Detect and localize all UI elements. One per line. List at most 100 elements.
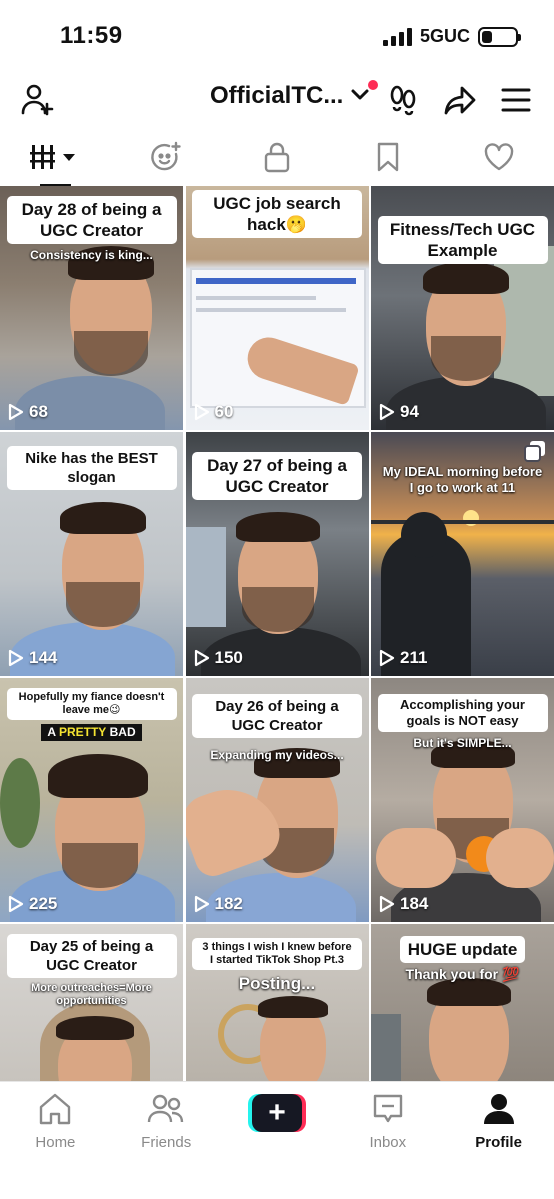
status-time: 11:59: [60, 22, 123, 49]
nav-home-label: Home: [35, 1134, 76, 1151]
play-icon: [8, 895, 24, 913]
video-tile[interactable]: Nike has the BEST slogan 144: [0, 432, 183, 676]
bookmark-icon: [375, 141, 401, 178]
menu-icon[interactable]: [496, 80, 536, 120]
video-caption: Day 25 of being a UGC Creator: [6, 934, 177, 978]
nav-profile[interactable]: Profile: [443, 1082, 554, 1199]
network-label: 5GUC: [419, 26, 470, 46]
create-button[interactable]: +: [247, 1094, 306, 1132]
profile-icon: [482, 1092, 516, 1130]
video-tile[interactable]: Day 25 of being a UGC Creator More outre…: [0, 924, 183, 1082]
video-tile[interactable]: Day 27 of being a UGC Creator 150: [185, 432, 369, 676]
video-subtitle: More outreaches=More opportunities: [31, 982, 152, 1007]
footprints-icon[interactable]: [383, 80, 423, 120]
username: OfficialTC...: [210, 82, 344, 109]
nav-friends[interactable]: Friends: [111, 1082, 222, 1199]
tab-reposts[interactable]: [111, 132, 222, 186]
video-subtitle: Expanding my videos...: [210, 748, 344, 762]
video-tile[interactable]: HUGE update Thank you for 💯: [371, 924, 554, 1082]
tab-videos[interactable]: [0, 132, 111, 186]
username-switcher[interactable]: OfficialTC...: [210, 82, 371, 110]
view-count-value: 144: [29, 648, 58, 667]
video-caption: 3 things I wish I knew before I started …: [192, 938, 362, 970]
video-subtitle: Thank you for 💯: [405, 966, 520, 982]
view-count-value: 68: [29, 402, 48, 421]
video-caption: HUGE update: [399, 936, 526, 963]
multi-video-icon: [524, 440, 546, 467]
home-icon: [37, 1092, 73, 1130]
video-caption: UGC job search hack🫢: [192, 190, 362, 238]
video-caption: Day 28 of being a UGC Creator: [6, 196, 177, 244]
bottom-nav: Home Friends + Inbox Profile: [0, 1081, 554, 1199]
heart-icon: [483, 142, 515, 177]
video-caption: Day 26 of being a UGC Creator: [192, 694, 362, 738]
video-tile[interactable]: UGC job search hack🫢 60: [185, 186, 369, 430]
video-subtitle: My IDEAL morning before I go to work at …: [382, 464, 543, 495]
view-count: 60: [194, 402, 233, 422]
profile-header: OfficialTC...: [0, 70, 554, 130]
view-count: 225: [8, 894, 57, 914]
view-count: 68: [8, 402, 48, 422]
video-caption: Fitness/Tech UGC Example: [377, 216, 548, 264]
add-friend-icon[interactable]: [18, 80, 58, 120]
video-caption: Accomplishing your goals is NOT easy: [377, 694, 548, 732]
play-icon: [194, 649, 209, 667]
battery-icon: [478, 26, 521, 47]
nav-friends-label: Friends: [141, 1134, 192, 1151]
video-subtitle: A PRETTY BAD: [41, 724, 142, 741]
view-count-value: 184: [400, 894, 429, 913]
view-count: 182: [194, 894, 243, 914]
nav-inbox[interactable]: Inbox: [332, 1082, 443, 1199]
view-count: 144: [8, 648, 57, 668]
view-count-value: 211: [400, 648, 428, 667]
tab-liked[interactable]: [443, 132, 554, 186]
inbox-icon: [371, 1092, 405, 1130]
video-subtitle: But it's SIMPLE...: [413, 736, 512, 750]
play-icon: [194, 895, 209, 913]
nav-home[interactable]: Home: [0, 1082, 111, 1199]
signal-icon: [382, 27, 412, 46]
status-bar: 11:59 5GUC: [0, 0, 554, 70]
video-subtitle: Consistency is king...: [30, 248, 153, 262]
play-icon: [379, 895, 395, 913]
play-icon: [8, 403, 24, 421]
play-icon: [379, 403, 395, 421]
tab-favorites[interactable]: [332, 132, 443, 186]
view-count-value: 182: [214, 894, 243, 913]
video-tile[interactable]: Hopefully my fiance doesn't leave me😉 A …: [0, 678, 183, 922]
video-grid: Day 28 of being a UGC Creator Consistenc…: [0, 186, 554, 1082]
video-caption: Nike has the BEST slogan: [6, 446, 177, 490]
battery-level: [482, 30, 492, 43]
video-caption: Day 27 of being a UGC Creator: [192, 452, 362, 500]
lock-icon: [263, 141, 291, 178]
video-tile[interactable]: Fitness/Tech UGC Example 94: [371, 186, 554, 430]
tab-private[interactable]: [222, 132, 333, 186]
grid-icon: [30, 143, 80, 176]
play-icon: [194, 403, 209, 421]
video-tile[interactable]: Day 26 of being a UGC Creator Expanding …: [185, 678, 369, 922]
view-count: 94: [379, 402, 419, 422]
video-caption: Hopefully my fiance doesn't leave me😉: [6, 688, 177, 720]
video-tile[interactable]: Day 28 of being a UGC Creator Consistenc…: [0, 186, 183, 430]
nav-inbox-label: Inbox: [369, 1134, 407, 1151]
video-tile[interactable]: Accomplishing your goals is NOT easy But…: [371, 678, 554, 922]
friends-icon: [147, 1092, 185, 1130]
nav-create[interactable]: +: [222, 1082, 333, 1199]
view-count: 211: [379, 648, 427, 668]
view-count-value: 225: [29, 894, 58, 913]
view-count-value: 150: [214, 648, 243, 667]
notification-dot: [368, 80, 378, 90]
play-icon: [379, 649, 395, 667]
nav-profile-label: Profile: [475, 1134, 522, 1151]
view-count: 150: [194, 648, 243, 668]
plus-icon: +: [251, 1094, 302, 1132]
view-count-value: 94: [400, 402, 419, 421]
video-tile[interactable]: My IDEAL morning before I go to work at …: [371, 432, 554, 676]
share-icon[interactable]: [440, 80, 480, 120]
profile-tabs: [0, 132, 554, 186]
play-icon: [8, 649, 24, 667]
video-tile[interactable]: 3 things I wish I knew before I started …: [185, 924, 369, 1082]
view-count: 184: [379, 894, 428, 914]
video-subtitle: Posting...: [238, 974, 316, 993]
repost-face-icon: [149, 140, 183, 179]
